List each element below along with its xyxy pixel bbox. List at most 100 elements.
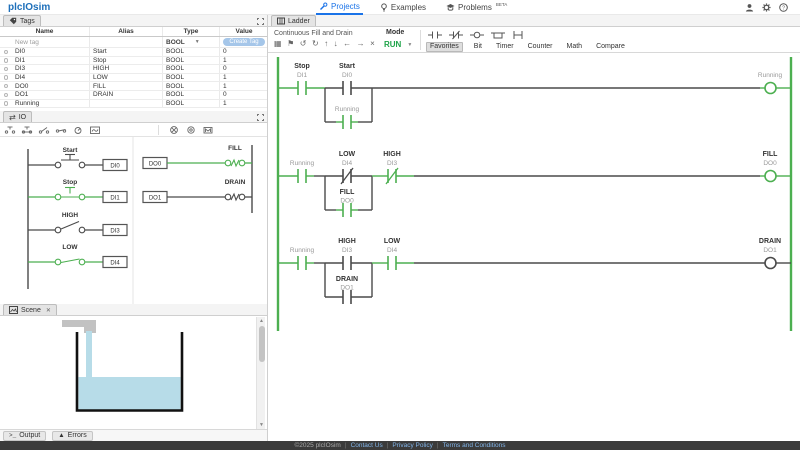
rung-2: Running LOW DI4 HIGH DI3 FILL DO0 FILL D… bbox=[279, 151, 791, 217]
io-canvas: Start DI0 Stop DI1 HIGH DI3 LOW DI4 FILL… bbox=[27, 137, 253, 304]
coil-icon[interactable] bbox=[470, 30, 484, 40]
contact-running[interactable]: Running bbox=[290, 247, 315, 270]
branch-contact-fill[interactable]: FILL DO0 bbox=[325, 189, 372, 217]
expand-icon[interactable] bbox=[257, 114, 264, 121]
tab-scene[interactable]: Scene ✕ bbox=[3, 304, 57, 315]
create-tag-button[interactable]: Create Tag bbox=[223, 37, 265, 47]
branch-icon[interactable] bbox=[491, 30, 505, 40]
svg-text:FILL: FILL bbox=[763, 151, 778, 158]
contact-low[interactable]: LOW DI4 bbox=[372, 238, 414, 270]
move-down-icon[interactable]: ↓ bbox=[334, 39, 338, 48]
category-bit[interactable]: Bit bbox=[471, 43, 485, 51]
add-lamp-icon[interactable] bbox=[168, 125, 180, 135]
io-toolbar bbox=[0, 123, 268, 137]
svg-text:DO1: DO1 bbox=[763, 247, 777, 254]
copyright: ©2025 plcIOsim bbox=[294, 442, 341, 449]
tab-tags[interactable]: Tags bbox=[3, 15, 41, 26]
undo-icon[interactable]: ↺ bbox=[300, 39, 307, 48]
category-math[interactable]: Math bbox=[564, 43, 586, 51]
nav-projects-label: Projects bbox=[331, 2, 360, 11]
terms-link[interactable]: Terms and Conditions bbox=[443, 442, 506, 449]
move-left-icon[interactable]: ← bbox=[343, 39, 351, 48]
tab-io[interactable]: ⇄ IO bbox=[3, 111, 33, 122]
rung-icon[interactable] bbox=[512, 30, 524, 40]
scene-scrollbar[interactable]: ▲ ▼ bbox=[256, 317, 265, 429]
tag-row[interactable]: DI4 LOW BOOL 1 bbox=[0, 73, 268, 83]
add-switch-closed-icon[interactable] bbox=[55, 125, 67, 135]
delete-icon[interactable]: × bbox=[370, 39, 375, 48]
gear-icon[interactable] bbox=[762, 3, 771, 12]
svg-text:Stop: Stop bbox=[294, 63, 310, 70]
coil-running[interactable]: Running bbox=[758, 72, 791, 95]
add-analog-input-icon[interactable] bbox=[89, 125, 101, 135]
io-device-fill[interactable]: FILL DO0 bbox=[142, 145, 252, 170]
select-grid-icon[interactable]: ▦ bbox=[274, 39, 282, 48]
scrollbar-thumb[interactable] bbox=[258, 326, 265, 362]
add-motor-icon[interactable] bbox=[202, 125, 214, 135]
tag-row[interactable]: Running BOOL 1 bbox=[0, 99, 268, 109]
contact-nc-icon[interactable] bbox=[449, 30, 463, 40]
contact-high[interactable]: HIGH DI3 bbox=[325, 238, 372, 270]
coil-drain[interactable]: DRAIN DO1 bbox=[759, 238, 791, 270]
ladder-toolbar: Continuous Fill and Drain Mode RUN ▼ ▦ ⚑… bbox=[268, 27, 800, 53]
add-output-coil-icon[interactable] bbox=[185, 125, 197, 135]
privacy-policy-link[interactable]: Privacy Policy bbox=[392, 442, 432, 449]
expand-icon[interactable] bbox=[257, 18, 264, 25]
nav-examples[interactable]: Examples bbox=[377, 0, 429, 15]
tab-tags-label: Tags bbox=[20, 17, 35, 25]
category-timer[interactable]: Timer bbox=[493, 43, 517, 51]
io-device-low[interactable]: LOW DI4 bbox=[28, 244, 128, 269]
instruction-categories: Favorites Bit Timer Counter Math Compare bbox=[426, 41, 628, 52]
contact-high-nc[interactable]: HIGH DI3 bbox=[372, 151, 414, 185]
scroll-up-icon[interactable]: ▲ bbox=[257, 317, 266, 325]
svg-text:Running: Running bbox=[290, 247, 315, 254]
branch-contact-running[interactable]: Running bbox=[325, 106, 372, 129]
redo-icon[interactable]: ↻ bbox=[312, 39, 319, 48]
mode-select[interactable]: RUN ▼ bbox=[384, 40, 412, 49]
close-icon[interactable]: ✕ bbox=[46, 307, 51, 314]
contact-us-link[interactable]: Contact Us bbox=[351, 442, 383, 449]
branch-contact-drain[interactable]: DRAIN DO1 bbox=[325, 276, 372, 304]
scroll-down-icon[interactable]: ▼ bbox=[257, 421, 266, 429]
edit-icons: ▦ ⚑ ↺ ↻ ↑ ↓ ← → × bbox=[274, 39, 375, 48]
add-pushbutton-nc-icon[interactable] bbox=[21, 125, 33, 135]
tab-errors[interactable]: ▲ Errors bbox=[52, 430, 93, 441]
contact-low-nc[interactable]: LOW DI4 bbox=[325, 151, 372, 185]
tag-row[interactable]: DI0 Start BOOL 0 bbox=[0, 48, 268, 57]
nav-projects[interactable]: Projects bbox=[316, 0, 363, 15]
tab-ladder[interactable]: Ladder bbox=[271, 15, 316, 26]
nav-problems[interactable]: Problems BETA bbox=[443, 0, 510, 15]
io-device-drain[interactable]: DRAIN DO1 bbox=[142, 179, 252, 204]
io-device-high[interactable]: HIGH DI3 bbox=[28, 212, 128, 237]
category-favorites[interactable]: Favorites bbox=[426, 41, 463, 52]
svg-text:DI4: DI4 bbox=[342, 160, 353, 167]
tab-output[interactable]: >_ Output bbox=[3, 430, 47, 441]
flag-icon[interactable]: ⚑ bbox=[287, 39, 294, 48]
move-up-icon[interactable]: ↑ bbox=[324, 39, 328, 48]
tag-row[interactable]: DI3 HIGH BOOL 0 bbox=[0, 65, 268, 74]
contact-start[interactable]: Start DI0 bbox=[325, 63, 372, 95]
svg-text:Running: Running bbox=[335, 106, 360, 113]
contact-stop[interactable]: Stop DI1 bbox=[294, 63, 310, 95]
move-right-icon[interactable]: → bbox=[357, 39, 365, 48]
new-tag-type-select[interactable]: BOOL ▼ bbox=[163, 37, 220, 47]
category-counter[interactable]: Counter bbox=[525, 43, 556, 51]
contact-running[interactable]: Running bbox=[290, 160, 315, 183]
tag-row[interactable]: DO1 DRAIN BOOL 0 bbox=[0, 90, 268, 100]
tag-row[interactable]: DO0 FILL BOOL 1 bbox=[0, 82, 268, 91]
help-icon[interactable]: ? bbox=[779, 3, 788, 12]
add-selector-icon[interactable] bbox=[72, 125, 84, 135]
new-tag-alias-input[interactable] bbox=[90, 37, 163, 47]
user-icon[interactable] bbox=[745, 3, 754, 12]
svg-text:DI3: DI3 bbox=[387, 160, 398, 167]
category-compare[interactable]: Compare bbox=[593, 43, 628, 51]
svg-text:Stop: Stop bbox=[63, 179, 77, 186]
io-device-start[interactable]: Start DI0 bbox=[28, 147, 128, 172]
coil-fill[interactable]: FILL DO0 bbox=[760, 151, 791, 183]
io-device-stop[interactable]: Stop DI1 bbox=[28, 179, 128, 204]
add-switch-open-icon[interactable] bbox=[38, 125, 50, 135]
tag-row[interactable]: DI1 Stop BOOL 1 bbox=[0, 56, 268, 66]
add-pushbutton-no-icon[interactable] bbox=[4, 125, 16, 135]
new-tag-name-input[interactable]: New tag bbox=[12, 37, 90, 47]
contact-no-icon[interactable] bbox=[428, 30, 442, 40]
